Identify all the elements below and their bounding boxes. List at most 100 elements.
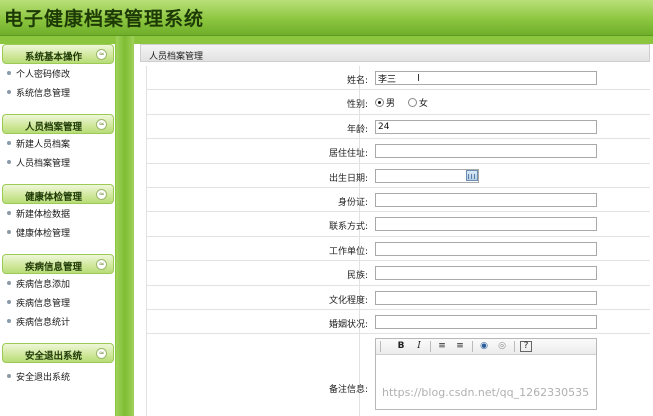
age-label: 年龄: (346, 124, 368, 135)
bullet-icon (7, 141, 11, 145)
sidebar-item-record-manage[interactable]: 人员档案管理 (0, 153, 116, 172)
gender-label: 性别: (346, 100, 368, 111)
bullet-icon (7, 374, 11, 378)
sidebar-splitter[interactable] (116, 36, 134, 416)
collapse-icon[interactable]: ≈ (96, 189, 107, 200)
id-label: 身份证: (337, 197, 368, 208)
sidebar-item-label[interactable]: 疾病信息管理 (16, 296, 70, 309)
sidebar-item-disease-manage[interactable]: 疾病信息管理 (0, 293, 116, 312)
form-row-address: 居住住址: (146, 139, 650, 164)
sidebar-item-checkup-manage[interactable]: 健康体检管理 (0, 223, 116, 242)
app-title: 电子健康档案管理系统 (4, 8, 205, 30)
sidebar-item-label[interactable]: 安全退出系统 (16, 370, 70, 383)
form-row-contact: 联系方式: (146, 212, 650, 237)
bullet-icon (7, 160, 11, 164)
form-row-birth: 出生日期: (146, 164, 650, 188)
notes-rich-editor[interactable]: B I ≡ ≡ ◉ ◎ ? (375, 338, 597, 411)
collapse-icon[interactable]: ≈ (96, 49, 107, 60)
education-label: 文化程度: (328, 295, 368, 306)
gender-male-label[interactable]: 男 (386, 99, 395, 109)
person-record-form: 姓名: I 性别: 男 女 年龄: 居住住址: 出生日期: 身份证: (146, 66, 650, 411)
bullet-icon (7, 281, 11, 285)
toolbar-separator (472, 341, 473, 353)
sidebar-item-label[interactable]: 新建体检数据 (16, 207, 70, 220)
sidebar-item-label[interactable]: 个人密码修改 (16, 67, 70, 80)
sidebar-section-header[interactable]: 人员档案管理 ≈ (2, 114, 114, 134)
gender-female-radio[interactable] (407, 98, 417, 108)
ordered-list-icon[interactable]: ≡ (436, 341, 448, 352)
sidebar-item-label[interactable]: 系统信息管理 (16, 86, 70, 99)
editor-toolbar: B I ≡ ≡ ◉ ◎ ? (376, 339, 596, 356)
gender-male-radio[interactable] (375, 98, 384, 108)
sidebar-item-disease-stats[interactable]: 疾病信息统计 (0, 312, 116, 331)
sidebar-section-header[interactable]: 健康体检管理 ≈ (2, 184, 114, 204)
sidebar-item-disease-add[interactable]: 疾病信息添加 (0, 274, 116, 293)
contact-input[interactable] (375, 217, 597, 232)
id-input[interactable] (375, 192, 597, 207)
work-input[interactable] (375, 241, 597, 256)
bullet-icon (7, 90, 11, 94)
sidebar-section-header[interactable]: 系统基本操作 ≈ (2, 44, 114, 64)
link-icon[interactable]: ◉ (478, 341, 490, 352)
text-cursor-icon: I (417, 73, 420, 84)
address-label: 居住住址: (328, 149, 368, 160)
bullet-icon (7, 71, 11, 75)
form-row-education: 文化程度: (146, 286, 650, 310)
form-row-name: 姓名: I (146, 66, 650, 91)
sidebar-section-header[interactable]: 安全退出系统 ≈ (2, 343, 114, 363)
bold-button[interactable]: B (396, 341, 406, 352)
header-divider (0, 36, 653, 44)
italic-button[interactable]: I (414, 341, 424, 352)
birth-label: 出生日期: (328, 173, 368, 184)
bullet-icon (7, 230, 11, 234)
collapse-icon[interactable]: ≈ (96, 259, 107, 270)
sidebar-section-system: 系统基本操作 ≈ 个人密码修改 系统信息管理 (0, 44, 116, 102)
sidebar-item-label[interactable]: 人员档案管理 (16, 156, 70, 169)
gender-female-label[interactable]: 女 (419, 99, 428, 109)
sidebar-item-new-record[interactable]: 新建人员档案 (0, 134, 116, 153)
sidebar-section-checkup: 健康体检管理 ≈ 新建体检数据 健康体检管理 (0, 184, 116, 242)
toolbar-separator (514, 341, 515, 353)
education-input[interactable] (375, 290, 597, 305)
sidebar-item-label[interactable]: 疾病信息统计 (16, 315, 70, 328)
age-input[interactable] (375, 119, 597, 134)
form-row-work: 工作单位: (146, 237, 650, 262)
form-row-marital: 婚姻状况: (146, 310, 650, 335)
ethnic-input[interactable] (375, 266, 597, 281)
sidebar-section-title: 系统基本操作 (25, 52, 83, 63)
main-content: 人员档案管理 姓名: I 性别: 男 女 年龄: 居住住址: 出生日期: (134, 44, 653, 416)
sidebar-item-new-checkup[interactable]: 新建体检数据 (0, 204, 116, 223)
sidebar-item-password[interactable]: 个人密码修改 (0, 64, 116, 83)
bullet-icon (7, 319, 11, 323)
bullet-icon (7, 300, 11, 304)
sidebar-item-label[interactable]: 健康体检管理 (16, 226, 70, 239)
sidebar-section-header[interactable]: 疾病信息管理 ≈ (2, 254, 114, 274)
sidebar-section-title: 安全退出系统 (25, 351, 83, 362)
form-row-id: 身份证: (146, 188, 650, 213)
help-icon[interactable]: ? (520, 341, 532, 353)
marital-input[interactable] (375, 314, 597, 329)
sidebar: 系统基本操作 ≈ 个人密码修改 系统信息管理 人员档案管理 ≈ 新建人员档案 人… (0, 44, 116, 416)
ethnic-label: 民族: (346, 271, 368, 282)
sidebar-section-disease: 疾病信息管理 ≈ 疾病信息添加 疾病信息管理 疾病信息统计 (0, 254, 116, 331)
sidebar-item-system-info[interactable]: 系统信息管理 (0, 83, 116, 102)
gender-radio-group: 男 女 (375, 96, 438, 109)
calendar-icon[interactable] (466, 169, 478, 181)
collapse-icon[interactable]: ≈ (96, 119, 107, 130)
unlink-icon[interactable]: ◎ (496, 341, 508, 352)
sidebar-section-title: 健康体检管理 (25, 192, 83, 203)
birth-date-input[interactable] (375, 168, 479, 183)
name-input[interactable] (375, 71, 597, 85)
unordered-list-icon[interactable]: ≡ (454, 341, 466, 352)
sidebar-section-records: 人员档案管理 ≈ 新建人员档案 人员档案管理 (0, 114, 116, 172)
bullet-icon (7, 211, 11, 215)
form-row-age: 年龄: (146, 115, 650, 140)
toolbar-separator (430, 341, 431, 353)
sidebar-item-label[interactable]: 疾病信息添加 (16, 277, 70, 290)
notes-label: 备注信息: (328, 385, 368, 396)
sidebar-item-logout[interactable]: 安全退出系统 (0, 367, 116, 386)
sidebar-section-logout: 安全退出系统 ≈ 安全退出系统 (0, 343, 116, 386)
collapse-icon[interactable]: ≈ (96, 348, 107, 359)
sidebar-item-label[interactable]: 新建人员档案 (16, 137, 70, 150)
address-input[interactable] (375, 144, 597, 159)
